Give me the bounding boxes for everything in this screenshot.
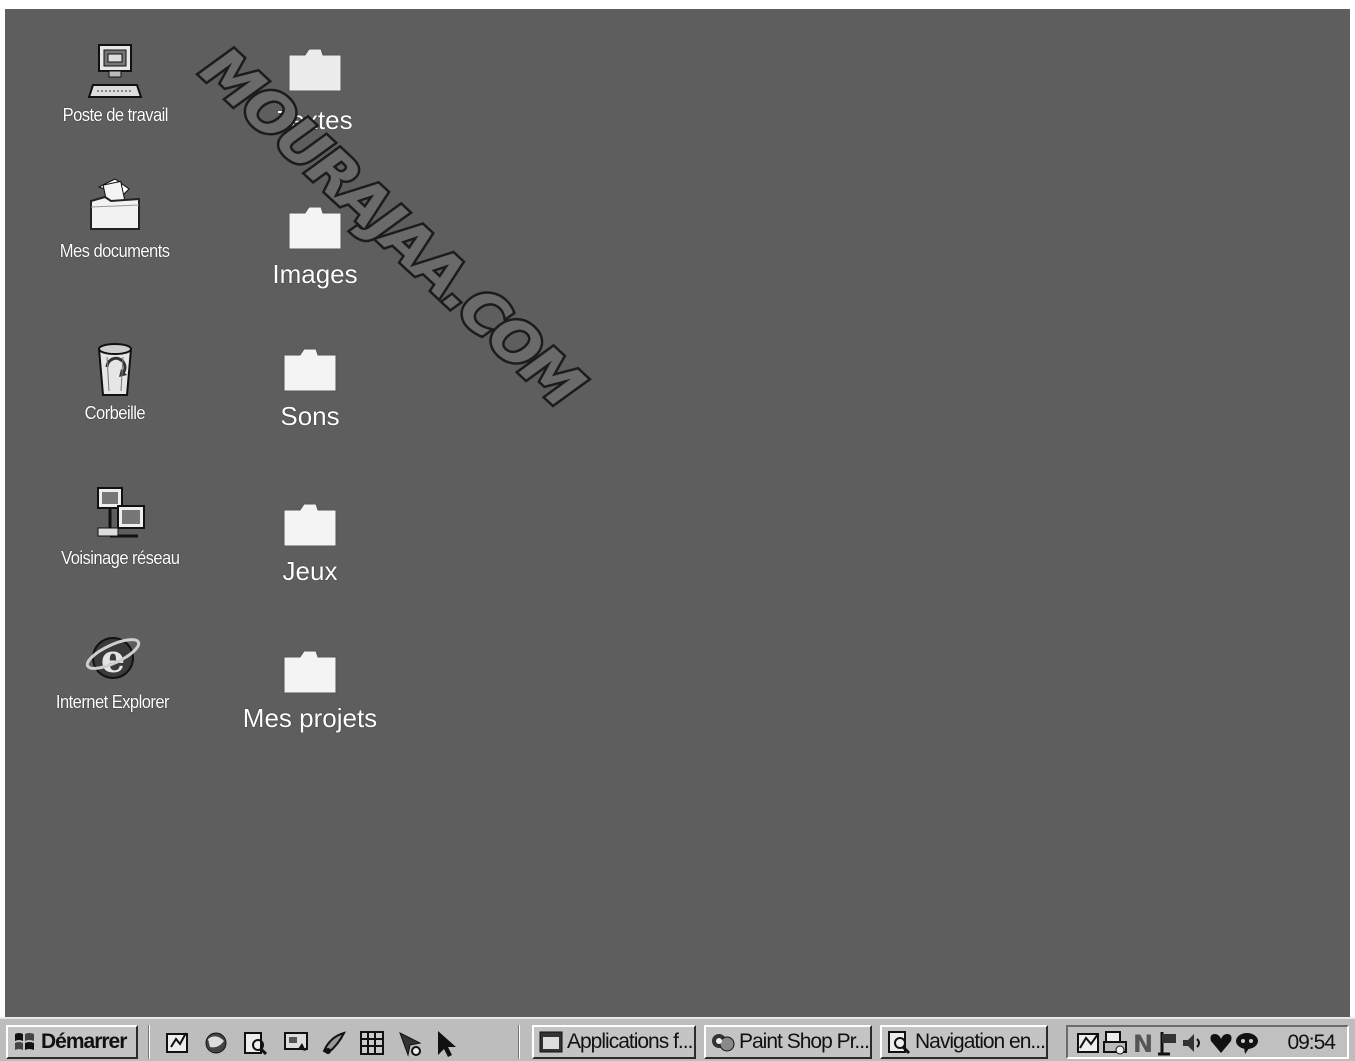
explorer-search-icon [888, 1031, 911, 1055]
grid-icon[interactable] [358, 1029, 386, 1057]
folder-label: Sons [280, 401, 340, 431]
folder-mes-projets[interactable]: Mes projets [240, 649, 380, 734]
window-icon [539, 1031, 563, 1053]
folder-textes[interactable]: Textes [255, 47, 375, 136]
folder-images[interactable]: Images [255, 205, 375, 290]
desktop-icon-label: Internet Explorer [55, 692, 170, 712]
desktop-icon-label: Mes documents [60, 241, 170, 261]
task-button-navigation[interactable]: Navigation en... [880, 1025, 1048, 1059]
internet-explorer-icon: e [85, 636, 140, 681]
start-button[interactable]: Démarrer [6, 1025, 138, 1059]
task-label: Navigation en... [915, 1030, 1046, 1053]
folder-label: Mes projets [242, 703, 378, 733]
search-icon[interactable] [242, 1029, 270, 1057]
desktop-icon-internet-explorer[interactable]: e Internet Explorer [35, 624, 190, 713]
folder-icon [283, 348, 337, 392]
folder-icon [288, 206, 342, 250]
desktop-icon[interactable] [282, 1029, 310, 1057]
desktop-icon-corbeille[interactable]: Corbeille [50, 339, 180, 424]
printer-icon[interactable] [1102, 1030, 1128, 1056]
paint-icon[interactable] [320, 1029, 348, 1057]
task-label: Applications f... [567, 1030, 693, 1053]
desktop-icon-poste-de-travail[interactable]: Poste de travail [45, 41, 185, 126]
folder-icon [283, 503, 337, 547]
network-neighborhood-icon [97, 487, 145, 538]
task-label: Paint Shop Pr... [739, 1030, 870, 1053]
task-button-applications[interactable]: Applications f... [532, 1025, 696, 1059]
folder-label: Textes [277, 105, 353, 135]
arrow-icon[interactable] [396, 1029, 424, 1057]
n-icon[interactable]: N [1130, 1030, 1156, 1056]
graph-icon[interactable] [1076, 1030, 1102, 1056]
cursor-icon[interactable] [434, 1029, 462, 1057]
desktop-icon-label: Voisinage réseau [60, 548, 180, 568]
desktop-icon-label: Corbeille [84, 403, 146, 423]
system-tray: N 09:54 [1066, 1025, 1349, 1059]
my-documents-icon [90, 178, 140, 230]
folder-sons[interactable]: Sons [250, 347, 370, 432]
separator [518, 1025, 520, 1059]
chat-icon[interactable] [1234, 1030, 1260, 1056]
svg-text:N: N [1133, 1030, 1153, 1056]
windows-logo-icon [15, 1033, 34, 1050]
browser-icon[interactable] [202, 1029, 230, 1057]
computer-icon [87, 44, 143, 98]
task-button-paint-shop[interactable]: Paint Shop Pr... [704, 1025, 872, 1059]
taskbar: Démarrer Applications f... Paint Shop Pr… [0, 1017, 1355, 1061]
paint-shop-icon [712, 1034, 735, 1052]
desktop-icon-mes-documents[interactable]: Mes documents [45, 177, 185, 262]
heart-icon[interactable] [1208, 1030, 1234, 1056]
folder-label: Jeux [282, 556, 338, 586]
folder-icon [283, 650, 337, 694]
quick-launch-icon[interactable] [164, 1029, 192, 1057]
start-label: Démarrer [41, 1030, 127, 1053]
flag-icon[interactable] [1156, 1030, 1182, 1056]
folder-jeux[interactable]: Jeux [250, 502, 370, 587]
speaker-icon[interactable] [1180, 1030, 1206, 1056]
folder-icon [288, 48, 342, 92]
separator [148, 1025, 150, 1059]
desktop-icon-label: Poste de travail [62, 105, 168, 125]
folder-label: Images [272, 259, 358, 289]
desktop: Poste de travail Mes documents Corbeille [5, 9, 1350, 1017]
recycle-bin-icon [97, 343, 133, 396]
clock[interactable]: 09:54 [1287, 1031, 1336, 1055]
desktop-icon-voisinage-reseau[interactable]: Voisinage réseau [35, 484, 205, 569]
